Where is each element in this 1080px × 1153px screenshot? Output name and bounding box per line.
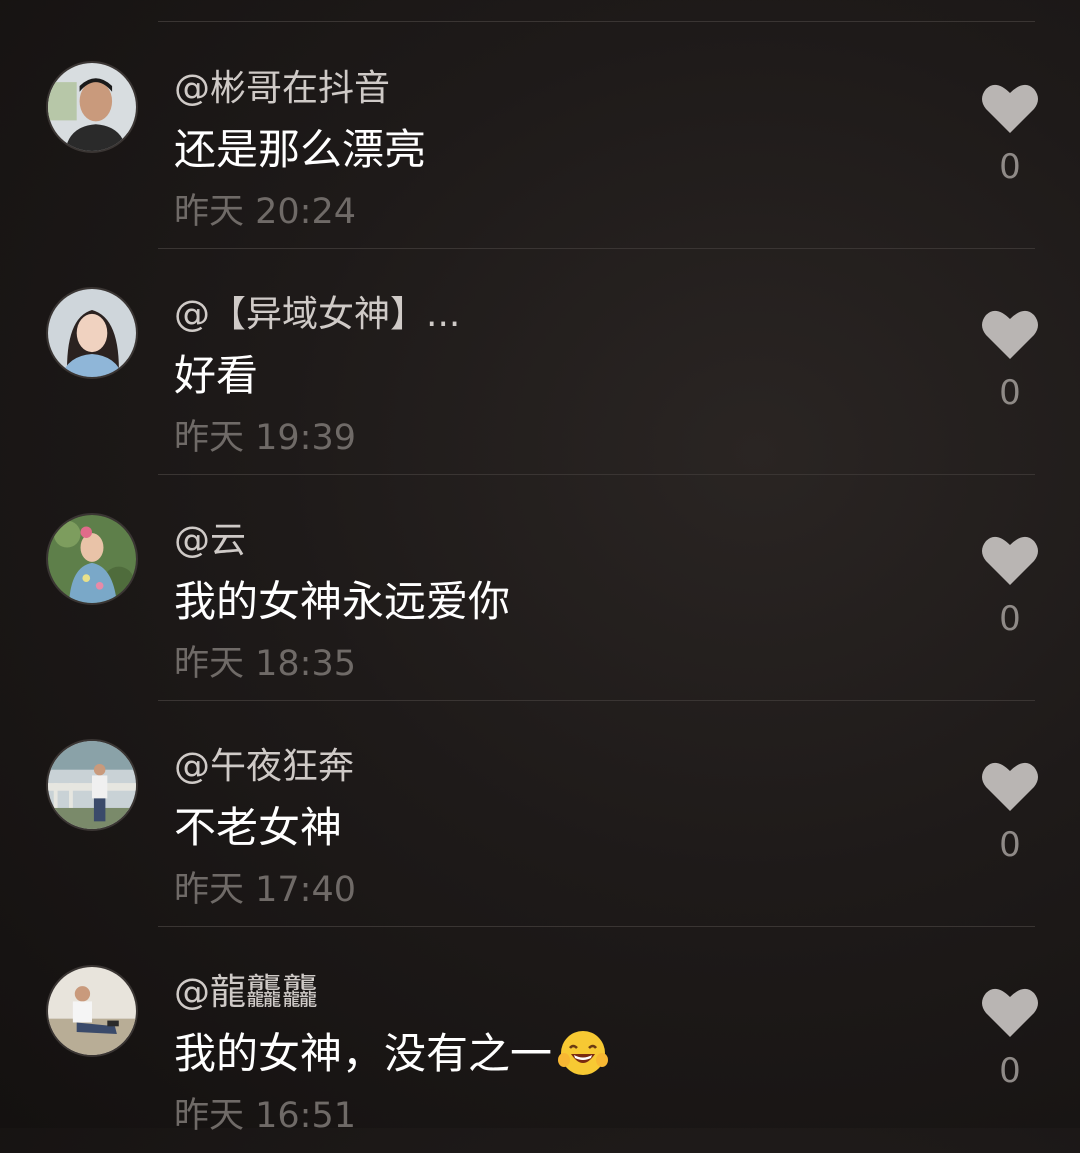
heart-icon[interactable] — [980, 759, 1040, 813]
woman-avatar-icon[interactable] — [46, 287, 138, 379]
comment-username[interactable]: @彬哥在抖音 — [174, 59, 390, 111]
comment-username[interactable]: @云 — [174, 511, 246, 563]
comment-item: @【异域女神】... 好看 昨天 19:39 0 — [0, 249, 1080, 475]
heart-icon[interactable] — [980, 307, 1040, 361]
comment-text-label: 我的女神，没有之一 — [174, 1029, 553, 1078]
comment-text: 好看 — [174, 342, 258, 403]
man-avatar-icon[interactable] — [46, 61, 138, 153]
comment-text: 还是那么漂亮 — [174, 116, 426, 177]
heart-icon[interactable] — [980, 81, 1040, 135]
comment-item: @彬哥在抖音 还是那么漂亮 昨天 20:24 0 — [0, 23, 1080, 249]
comment-text: 我的女神永远爱你 — [174, 568, 510, 629]
flower-woman-avatar-icon[interactable] — [46, 513, 138, 605]
like-count: 0 — [999, 373, 1021, 413]
sitting-man-avatar-icon[interactable] — [46, 965, 138, 1057]
comment-text-label: 还是那么漂亮 — [174, 125, 427, 174]
comment-username[interactable]: @龍龘龘 — [174, 963, 318, 1015]
comment-text-label: 不老女神 — [174, 803, 343, 852]
comment-time: 昨天 18:35 — [174, 644, 356, 684]
heart-icon[interactable] — [980, 985, 1040, 1039]
like-count: 0 — [999, 599, 1021, 639]
comment-item: @云 我的女神永远爱你 昨天 18:35 0 — [0, 475, 1080, 701]
comment-item: @午夜狂奔 不老女神 昨天 17:40 0 — [0, 701, 1080, 927]
comment-time: 昨天 20:24 — [174, 192, 356, 232]
comment-time: 昨天 17:40 — [174, 870, 356, 910]
comment-username[interactable]: @【异域女神】... — [174, 285, 460, 337]
grinning-emoji-icon — [556, 1024, 610, 1078]
top-divider — [158, 21, 1035, 22]
comment-text-label: 我的女神永远爱你 — [174, 577, 511, 626]
standing-man-avatar-icon[interactable] — [46, 739, 138, 831]
like-count: 0 — [999, 825, 1021, 865]
like-count: 0 — [999, 1051, 1021, 1091]
like-count: 0 — [999, 147, 1021, 187]
comment-time: 昨天 19:39 — [174, 418, 356, 458]
comment-username[interactable]: @午夜狂奔 — [174, 737, 354, 789]
comment-text: 我的女神，没有之一 — [174, 1020, 610, 1081]
comment-time: 昨天 16:51 — [174, 1096, 356, 1136]
comment-text-label: 好看 — [174, 351, 259, 400]
comment-text: 不老女神 — [174, 794, 342, 855]
heart-icon[interactable] — [980, 533, 1040, 587]
comment-item: @龍龘龘 我的女神，没有之一 昨天 16:51 0 — [0, 927, 1080, 1153]
